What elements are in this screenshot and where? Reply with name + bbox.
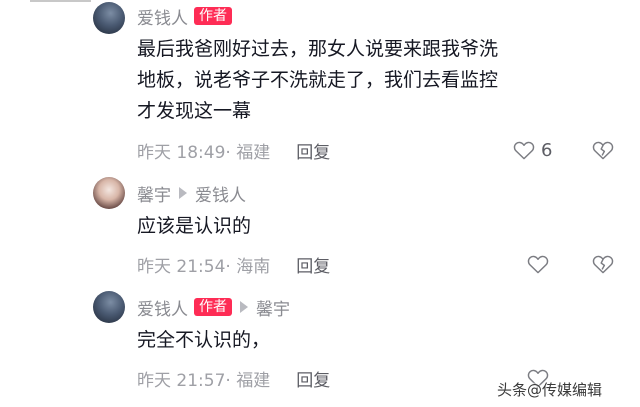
comment-meta: 昨天 21:57 · 福建 回复 [137,365,330,391]
heart-outline-icon [527,255,549,274]
heart-outline-icon [513,141,535,160]
comment-location: · 福建 [225,370,271,391]
reply-button[interactable]: 回复 [296,138,330,163]
comment-meta: 昨天 21:54 · 海南 回复 [137,251,330,277]
dislike-button[interactable] [592,251,614,277]
comment-time: 昨天 18:49 [137,142,226,163]
comment-time: 昨天 21:57 [137,370,226,391]
triangle-right-icon [240,301,248,313]
comment-header: 爱钱人 作者 [137,4,232,29]
reply-button[interactable]: 回复 [296,252,330,277]
avatar[interactable] [93,177,125,209]
like-button[interactable]: 6 [513,137,552,163]
comment-location: · 福建 [225,142,271,163]
comment-time: 昨天 21:54 [137,256,226,277]
avatar[interactable] [93,291,125,323]
comment-location: · 海南 [225,256,271,277]
broken-heart-icon [592,141,614,160]
like-count: 6 [541,139,553,161]
author-badge: 作者 [194,298,232,316]
broken-heart-icon [592,255,614,274]
comment-meta: 昨天 18:49 · 福建 回复 [137,137,330,163]
comment-text[interactable]: 完全不认识的， [137,325,507,356]
like-button[interactable] [527,251,549,277]
comment-header: 爱钱人 作者 馨宇 [137,295,290,320]
comment-text[interactable]: 应该是认识的 [137,211,507,242]
author-name[interactable]: 爱钱人 [137,4,188,29]
dislike-button[interactable] [592,137,614,163]
reply-to-name[interactable]: 馨宇 [256,295,290,320]
reply-to-name[interactable]: 爱钱人 [195,181,246,206]
comment-header: 馨宇 爱钱人 [137,181,246,206]
reply-button[interactable]: 回复 [296,366,330,391]
author-badge: 作者 [194,7,232,25]
author-name[interactable]: 爱钱人 [137,295,188,320]
comment-text[interactable]: 最后我爸刚好过去，那女人说要来跟我爷洗地板，说老爷子不洗就走了，我们去看监控才发… [137,34,507,127]
watermark: 头条@传媒编辑 [497,381,603,399]
top-divider [30,0,91,2]
avatar[interactable] [93,2,125,34]
triangle-right-icon [179,187,187,199]
author-name[interactable]: 馨宇 [137,181,171,206]
